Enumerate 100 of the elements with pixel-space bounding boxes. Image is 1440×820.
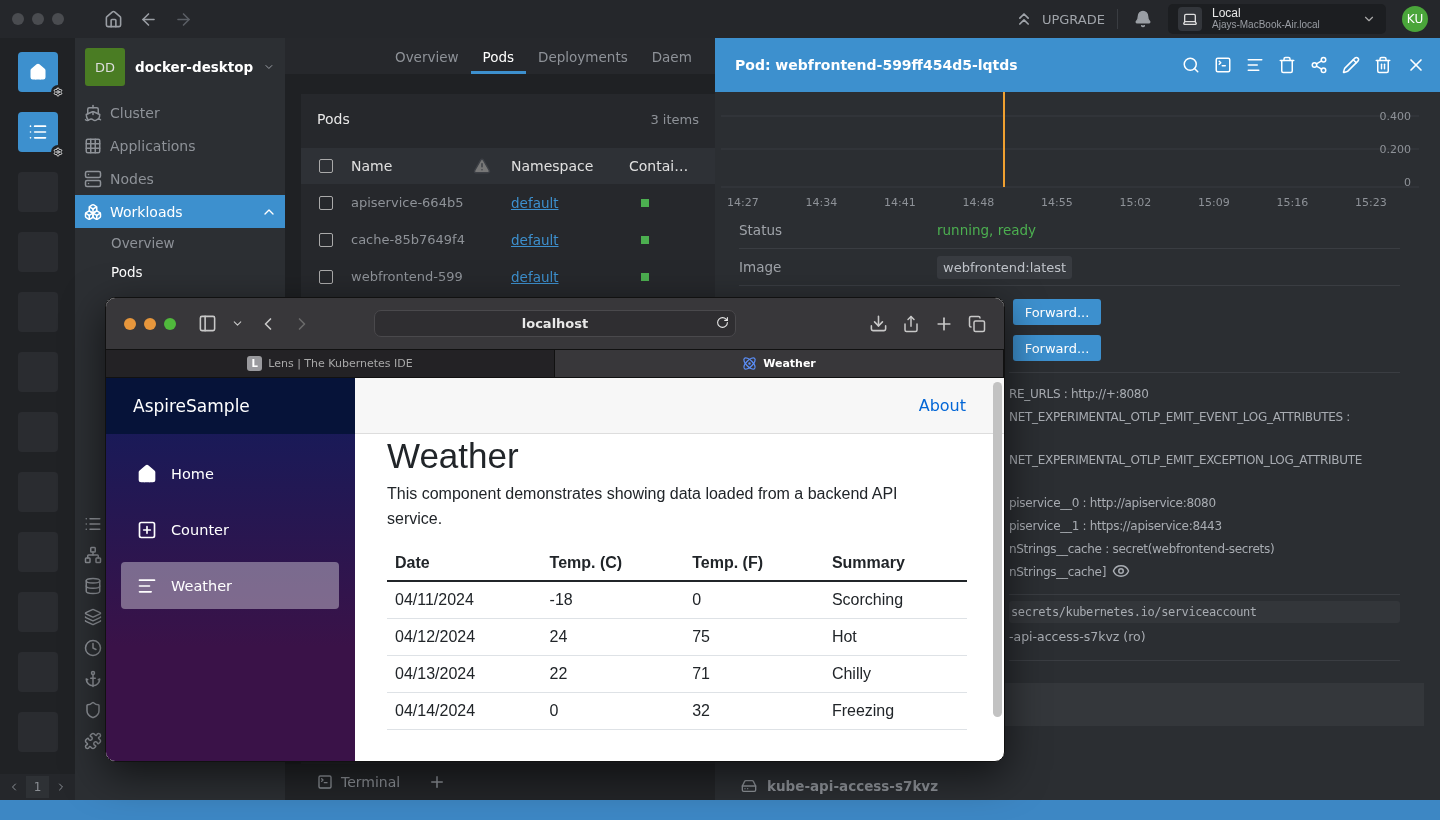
logs-icon[interactable] bbox=[1246, 56, 1264, 74]
column-header[interactable]: Name bbox=[351, 158, 473, 174]
laptop-icon bbox=[1182, 11, 1198, 27]
item-count: 3 items bbox=[650, 111, 699, 127]
row-checkbox[interactable] bbox=[319, 195, 333, 210]
column-header: Temp. (C) bbox=[541, 545, 685, 581]
axis-label: 14:27 bbox=[727, 196, 759, 209]
row-checkbox[interactable] bbox=[319, 232, 333, 247]
field-label: Image bbox=[739, 259, 783, 275]
sidebar-item[interactable]: Nodes bbox=[75, 162, 285, 195]
forward-button[interactable]: Forward... bbox=[1013, 299, 1101, 325]
context-selector[interactable]: Local Ajays-MacBook-Air.local bbox=[1168, 4, 1386, 34]
pod-name: cache-85b7649f4 bbox=[351, 232, 466, 247]
panel-title: Pods bbox=[317, 111, 350, 127]
page-number: 1 bbox=[25, 776, 50, 798]
nav-item[interactable]: Weather bbox=[121, 562, 339, 609]
axis-label: 14:41 bbox=[884, 196, 916, 209]
puzzle-icon[interactable] bbox=[84, 732, 102, 750]
share-icon[interactable] bbox=[1310, 56, 1328, 74]
pod-name: webfrontend-599 bbox=[351, 269, 464, 284]
axis-label: 15:09 bbox=[1198, 196, 1230, 209]
table-cell: 04/12/2024 bbox=[387, 618, 542, 656]
table-cell: 32 bbox=[684, 692, 824, 730]
list-icon[interactable] bbox=[84, 515, 102, 533]
user-avatar[interactable]: KU bbox=[1402, 6, 1428, 32]
cluster-avatar: DD bbox=[85, 48, 125, 86]
address-field[interactable]: localhost bbox=[374, 310, 736, 337]
bin-icon[interactable] bbox=[1278, 56, 1296, 74]
download-icon[interactable] bbox=[869, 314, 888, 333]
namespace-link[interactable]: default bbox=[511, 268, 559, 285]
sidebar-item[interactable]: Applications bbox=[75, 129, 285, 162]
table-cell: 24 bbox=[541, 618, 685, 656]
browser-tab[interactable]: Weather bbox=[555, 350, 1004, 377]
edit-icon[interactable] bbox=[1342, 56, 1360, 74]
about-link[interactable]: About bbox=[918, 396, 966, 415]
search-icon[interactable] bbox=[1182, 56, 1200, 74]
list-icon bbox=[27, 122, 48, 142]
shield-icon[interactable] bbox=[84, 701, 102, 719]
tab[interactable]: Pods bbox=[470, 49, 527, 74]
home-icon bbox=[137, 463, 157, 484]
eye-icon[interactable] bbox=[1112, 562, 1131, 580]
nav-item[interactable]: Counter bbox=[121, 506, 339, 553]
axis-label: 14:48 bbox=[962, 196, 995, 209]
tab[interactable]: Daem bbox=[639, 49, 704, 74]
reload-icon[interactable] bbox=[716, 316, 729, 329]
env-variable: nStrings__cache] bbox=[1009, 565, 1107, 580]
sidebar-subitem[interactable]: Pods bbox=[75, 257, 285, 286]
server-icon bbox=[84, 169, 102, 188]
home-icon[interactable] bbox=[104, 9, 123, 29]
clock-icon[interactable] bbox=[84, 639, 102, 657]
row-checkbox[interactable] bbox=[319, 269, 333, 284]
layers-icon[interactable] bbox=[84, 608, 102, 626]
table-cell: 0 bbox=[684, 580, 824, 619]
share-icon[interactable] bbox=[902, 314, 920, 333]
env-variable: piservice__1 : https://apiservice:8443 bbox=[1009, 519, 1222, 534]
notifications-icon[interactable] bbox=[1134, 10, 1152, 28]
sidebar-item[interactable]: Workloads bbox=[75, 195, 285, 228]
tab[interactable]: Deployments bbox=[526, 49, 640, 74]
brand-name: AspireSample bbox=[106, 378, 355, 434]
sidebar-subitem[interactable]: Overview bbox=[75, 228, 285, 257]
namespace-link[interactable]: default bbox=[511, 194, 559, 211]
table-cell: 71 bbox=[684, 655, 824, 693]
column-header[interactable]: Namespace bbox=[511, 158, 629, 174]
table-cell: 04/14/2024 bbox=[387, 692, 542, 730]
volume-name: kube-api-access-s7kvz bbox=[767, 778, 939, 794]
column-header: Date bbox=[387, 545, 542, 581]
database-icon[interactable] bbox=[84, 577, 102, 595]
delete-icon[interactable] bbox=[1374, 56, 1392, 74]
network-icon[interactable] bbox=[84, 546, 102, 564]
select-all-checkbox[interactable] bbox=[319, 159, 333, 173]
favicon: L bbox=[247, 356, 263, 371]
tabs-overview-icon[interactable] bbox=[968, 314, 986, 333]
close-button[interactable] bbox=[124, 317, 136, 330]
status-value: running, ready bbox=[937, 222, 1037, 238]
column-header[interactable]: Contai… bbox=[629, 158, 715, 174]
anchor-icon[interactable] bbox=[84, 670, 102, 688]
grid-icon bbox=[84, 136, 102, 155]
terminal-icon[interactable] bbox=[1214, 56, 1232, 74]
env-variable: RE_URLS : http://+:8080 bbox=[1009, 387, 1149, 402]
namespace-link[interactable]: default bbox=[511, 231, 559, 248]
mount-source: -api-access-s7kvz (ro) bbox=[1009, 629, 1147, 644]
minimize-button[interactable] bbox=[144, 317, 156, 330]
zoom-button[interactable] bbox=[164, 317, 176, 330]
nav-item[interactable]: Home bbox=[121, 450, 339, 497]
catalog-tile[interactable] bbox=[17, 112, 58, 152]
axis-label: 0.200 bbox=[1379, 143, 1411, 156]
cluster-name: docker-desktop bbox=[135, 59, 254, 75]
upgrade-button[interactable]: UPGRADE bbox=[1013, 9, 1118, 29]
mount-path: secrets/kubernetes.io/serviceaccount bbox=[1009, 601, 1400, 623]
forward-button[interactable]: Forward... bbox=[1013, 335, 1101, 361]
sidebar-item[interactable]: Cluster bbox=[75, 96, 285, 129]
axis-label: 15:16 bbox=[1276, 196, 1309, 209]
terminal-tab[interactable]: Terminal bbox=[317, 774, 401, 790]
warning-icon bbox=[473, 157, 491, 175]
tab[interactable]: Overview bbox=[383, 49, 471, 74]
table-cell: 0 bbox=[541, 692, 685, 730]
table-cell: 04/13/2024 bbox=[387, 655, 542, 693]
home-tile[interactable] bbox=[17, 52, 58, 92]
context-host: Ajays-MacBook-Air.local bbox=[1212, 20, 1321, 31]
sidebar-icon[interactable] bbox=[198, 314, 217, 333]
